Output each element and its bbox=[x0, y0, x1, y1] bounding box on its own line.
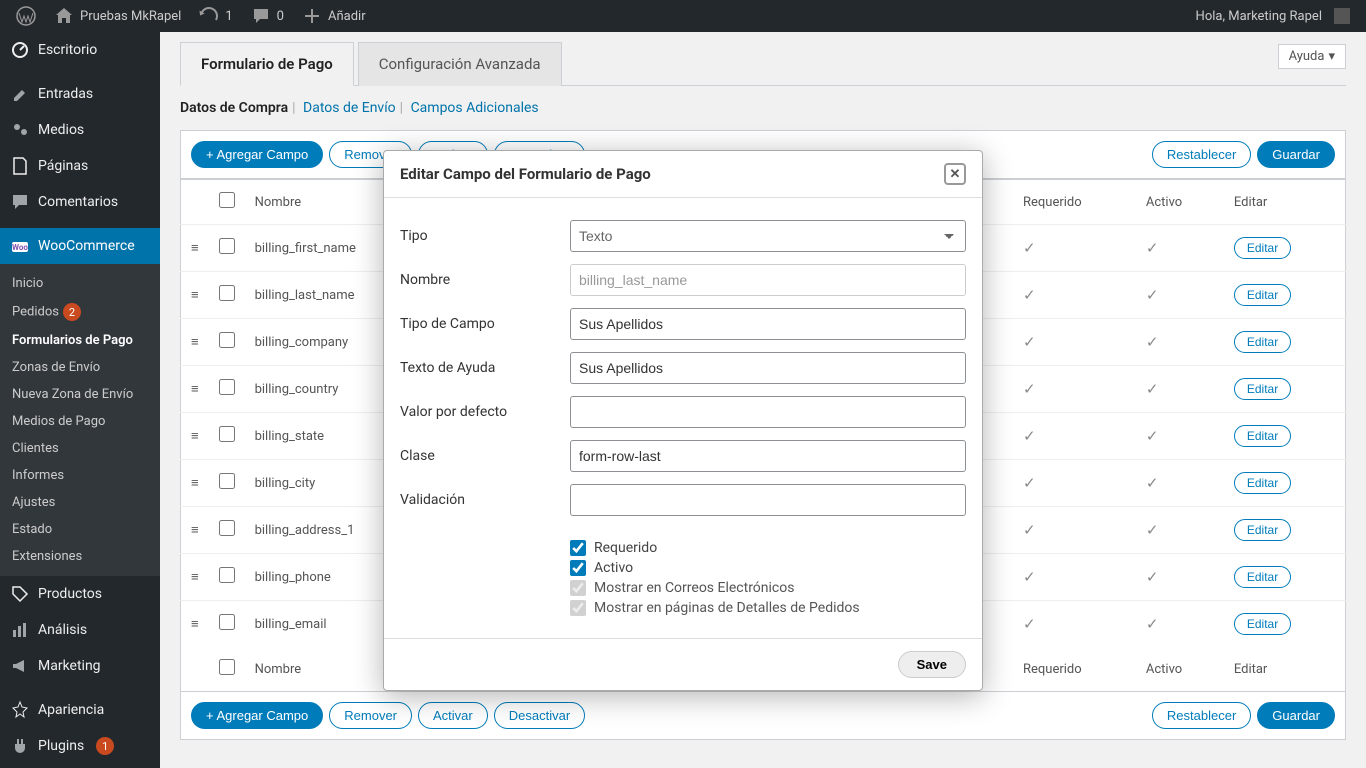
chk-activo[interactable] bbox=[570, 560, 586, 576]
label-nombre: Nombre bbox=[400, 272, 570, 288]
chk-show-email bbox=[570, 580, 586, 596]
label-clase: Clase bbox=[400, 448, 570, 464]
input-ayuda[interactable] bbox=[570, 352, 966, 384]
input-clase[interactable] bbox=[570, 440, 966, 472]
input-nombre bbox=[570, 264, 966, 296]
select-tipo[interactable]: Texto bbox=[570, 220, 966, 252]
label-validacion: Validación bbox=[400, 492, 570, 508]
input-validacion[interactable] bbox=[570, 484, 966, 516]
close-icon[interactable]: ✕ bbox=[944, 163, 966, 185]
input-tipo-campo[interactable] bbox=[570, 308, 966, 340]
label-default: Valor por defecto bbox=[400, 404, 570, 420]
label-tipo: Tipo bbox=[400, 228, 570, 244]
chk-show-order bbox=[570, 600, 586, 616]
input-default[interactable] bbox=[570, 396, 966, 428]
modal-title: Editar Campo del Formulario de Pago bbox=[400, 165, 651, 183]
label-tipo-campo: Tipo de Campo bbox=[400, 316, 570, 332]
chk-requerido[interactable] bbox=[570, 540, 586, 556]
modal-save-button[interactable]: Save bbox=[898, 651, 966, 678]
modal-overlay: Editar Campo del Formulario de Pago ✕ Ti… bbox=[0, 0, 1366, 768]
label-ayuda: Texto de Ayuda bbox=[400, 360, 570, 376]
edit-field-modal: Editar Campo del Formulario de Pago ✕ Ti… bbox=[383, 150, 983, 691]
